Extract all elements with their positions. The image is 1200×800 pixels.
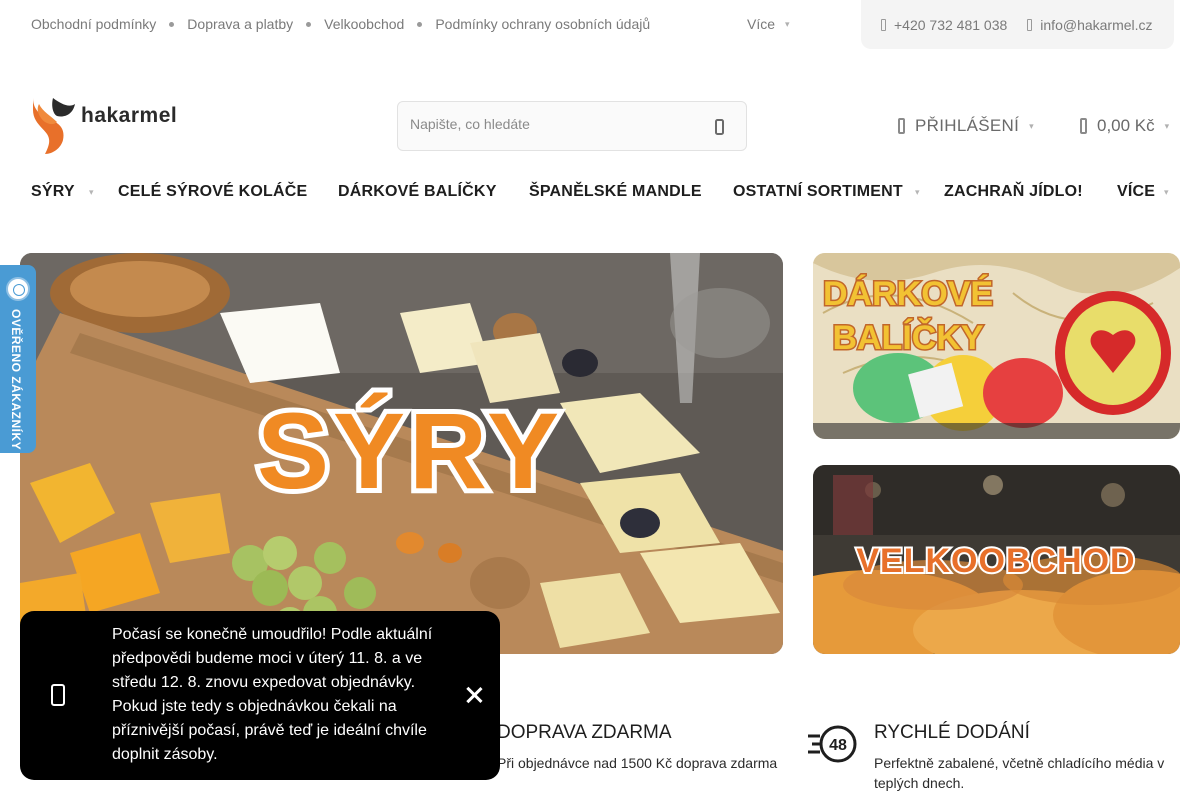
cheese-board-image: SÝRY — [20, 253, 783, 654]
verified-by-customers-badge[interactable]: OVĚŘENO ZÁKAZNÍKY — [0, 265, 36, 453]
search-button[interactable] — [712, 118, 728, 136]
top-link-privacy[interactable]: Podmínky ochrany osobních údajů — [435, 16, 650, 32]
cart-icon — [1080, 118, 1087, 134]
feature-title-fast-delivery: RYCHLÉ DODÁNÍ — [874, 722, 1030, 743]
seal-icon — [6, 277, 30, 301]
search-icon — [715, 119, 724, 135]
info-icon — [51, 684, 65, 706]
nav-item-cele-syrove-kolace[interactable]: CELÉ SÝROVÉ KOLÁČE — [118, 183, 307, 201]
chevron-down-icon: ▾ — [1029, 120, 1034, 131]
gift-box-image: DÁRKOVÉ BALÍČKY — [813, 253, 1180, 439]
email-address: info@hakarmel.cz — [1040, 16, 1153, 33]
search-box — [397, 101, 747, 151]
banner-cheese[interactable]: SÝRY — [20, 253, 783, 654]
feature-text-free-shipping: Při objednávce nad 1500 Kč doprava zdarm… — [497, 755, 778, 771]
dot-separator — [169, 21, 175, 27]
wholesale-image: VELKOOBCHOD — [813, 465, 1180, 654]
main-nav: SÝRY ▾ CELÉ SÝROVÉ KOLÁČE DÁRKOVÉ BALÍČK… — [31, 183, 1171, 203]
feature-title-free-shipping: DOPRAVA ZDARMA — [497, 722, 672, 743]
chevron-down-icon: ▾ — [1164, 187, 1169, 197]
email-link[interactable]: info@hakarmel.cz — [1027, 16, 1153, 33]
dot-separator — [306, 21, 312, 27]
nav-item-darkove-balicky[interactable]: DÁRKOVÉ BALÍČKY — [338, 183, 497, 201]
phone-icon — [881, 18, 886, 31]
email-icon — [1027, 18, 1033, 31]
feature-text-fast-delivery: Perfektně zabalené, včetně chladícího mé… — [874, 755, 1165, 791]
top-more-menu[interactable]: Více ▾ — [747, 16, 790, 32]
banner-gift-title-line1: DÁRKOVÉ — [823, 275, 993, 313]
phone-number: +420 732 481 038 — [894, 16, 1008, 33]
close-icon[interactable] — [464, 685, 484, 705]
top-link-wholesale[interactable]: Velkoobchod — [324, 16, 404, 32]
banner-cheese-title: SÝRY — [257, 390, 563, 511]
banner-wholesale-title: VELKOOBCHOD — [856, 542, 1135, 580]
banner-wholesale[interactable]: VELKOOBCHOD — [813, 465, 1180, 654]
chevron-down-icon: ▾ — [785, 18, 790, 29]
top-link-terms[interactable]: Obchodní podmínky — [31, 16, 156, 32]
logo[interactable]: hakarmel — [31, 96, 181, 156]
nav-item-zachran-jidlo[interactable]: ZACHRAŇ JÍDLO! — [944, 183, 1083, 201]
top-link-shipping[interactable]: Doprava a platby — [187, 16, 293, 32]
phone-link[interactable]: +420 732 481 038 — [881, 17, 1007, 33]
cart-button[interactable]: 0,00 Kč ▾ — [1080, 116, 1169, 136]
notification-toast: Počasí se konečně umoudřilo! Podle aktuá… — [20, 611, 500, 780]
user-icon — [898, 118, 905, 134]
banner-gift-boxes[interactable]: DÁRKOVÉ BALÍČKY — [813, 253, 1180, 439]
top-bar: Obchodní podmínky Doprava a platby Velko… — [0, 0, 1200, 49]
banner-gift-title-line2: BALÍČKY — [832, 318, 983, 357]
nav-item-vice[interactable]: VÍCE — [1117, 183, 1155, 201]
badge-text: OVĚŘENO ZÁKAZNÍKY — [9, 309, 23, 451]
nav-item-spanelske-mandle[interactable]: ŠPANĚLSKÉ MANDLE — [529, 183, 702, 201]
nav-item-ostatni-sortiment[interactable]: OSTATNÍ SORTIMENT — [733, 183, 903, 201]
contact-box: +420 732 481 038 info@hakarmel.cz — [861, 0, 1174, 49]
cart-total: 0,00 Kč — [1097, 116, 1155, 135]
svg-text:48: 48 — [829, 737, 847, 754]
logo-mark-icon — [33, 98, 75, 154]
delivery-48-icon: 48 — [808, 725, 857, 763]
chevron-down-icon: ▾ — [915, 187, 920, 197]
chevron-down-icon: ▾ — [1164, 120, 1170, 131]
dot-separator — [417, 21, 423, 27]
toast-message: Počasí se konečně umoudřilo! Podle aktuá… — [112, 626, 433, 763]
login-button[interactable]: PŘIHLÁŠENÍ ▾ — [898, 116, 1034, 136]
top-links: Obchodní podmínky Doprava a platby Velko… — [31, 16, 650, 32]
chevron-down-icon: ▾ — [89, 187, 94, 197]
logo-text: hakarmel — [81, 104, 178, 127]
login-label: PŘIHLÁŠENÍ — [915, 116, 1020, 135]
nav-item-syry[interactable]: SÝRY — [31, 183, 75, 201]
search-input[interactable] — [410, 116, 690, 132]
top-more-label: Více — [747, 16, 776, 32]
